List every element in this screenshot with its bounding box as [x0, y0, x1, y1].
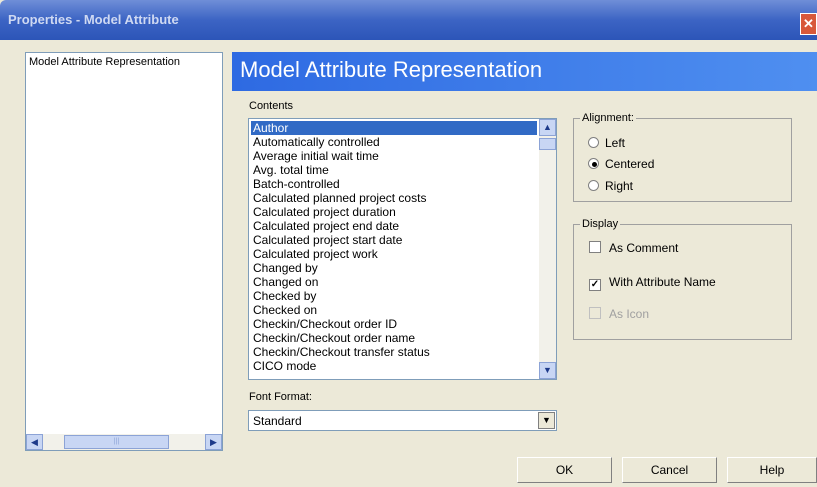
- radio-right[interactable]: Right: [588, 179, 633, 193]
- checkbox[interactable]: [589, 241, 601, 253]
- alignment-legend: Alignment:: [580, 112, 636, 124]
- navigation-pane: Model Attribute Representation ◀ ||| ▶: [25, 52, 223, 451]
- list-item[interactable]: Batch-controlled: [251, 177, 537, 191]
- radio-button[interactable]: [588, 180, 599, 191]
- horizontal-scrollbar[interactable]: ◀ ||| ▶: [26, 434, 222, 450]
- list-item[interactable]: CICO mode: [251, 359, 537, 373]
- radio-left[interactable]: Left: [588, 136, 625, 150]
- help-button[interactable]: Help: [727, 457, 817, 483]
- radio-label: Right: [605, 179, 634, 193]
- checkbox-label: With Attribute Name: [609, 275, 716, 289]
- dropdown-button[interactable]: ▼: [538, 412, 555, 429]
- display-legend: Display: [580, 218, 621, 230]
- window-title: Properties - Model Attribute: [8, 12, 179, 27]
- list-item[interactable]: Checked on: [251, 303, 537, 317]
- chevron-left-icon: ◀: [31, 437, 38, 447]
- list-item[interactable]: Calculated project start date: [251, 233, 537, 247]
- with-attribute-name-checkbox[interactable]: ✓ With Attribute Name: [589, 275, 716, 291]
- font-format-value: Standard: [253, 414, 302, 428]
- radio-centered[interactable]: Centered: [588, 157, 654, 171]
- scrollbar-thumb[interactable]: |||: [64, 435, 169, 449]
- list-item[interactable]: Checkin/Checkout transfer status: [251, 345, 537, 359]
- contents-label: Contents: [249, 100, 294, 112]
- font-format-dropdown[interactable]: Standard ▼: [248, 410, 557, 431]
- close-button[interactable]: ✕: [800, 13, 817, 35]
- list-item[interactable]: Checked by: [251, 289, 537, 303]
- checkbox-label: As Comment: [609, 241, 679, 255]
- vertical-scrollbar[interactable]: ▲ ▼: [539, 119, 556, 379]
- list-item[interactable]: Checkin/Checkout order ID: [251, 317, 537, 331]
- title-bar: Properties - Model Attribute: [0, 0, 817, 40]
- radio-label: Left: [605, 136, 626, 150]
- list-item[interactable]: Automatically controlled: [251, 135, 537, 149]
- list-item[interactable]: Changed on: [251, 275, 537, 289]
- radio-button[interactable]: [588, 158, 599, 169]
- as-icon-checkbox: As Icon: [589, 307, 649, 321]
- scroll-up-button[interactable]: ▲: [539, 119, 556, 136]
- list-item[interactable]: Author: [251, 121, 537, 135]
- nav-item-model-attribute-representation[interactable]: Model Attribute Representation: [29, 56, 219, 68]
- list-item[interactable]: Calculated planned project costs: [251, 191, 537, 205]
- scroll-down-button[interactable]: ▼: [539, 362, 556, 379]
- list-item[interactable]: Avg. total time: [251, 163, 537, 177]
- list-item[interactable]: Checkin/Checkout order name: [251, 331, 537, 345]
- list-item[interactable]: Calculated project end date: [251, 219, 537, 233]
- checkbox[interactable]: ✓: [589, 279, 601, 291]
- chevron-down-icon: ▼: [542, 415, 551, 425]
- radio-button[interactable]: [588, 137, 599, 148]
- checkbox: [589, 307, 601, 319]
- list-item[interactable]: Calculated project duration: [251, 205, 537, 219]
- chevron-up-icon: ▲: [543, 122, 552, 132]
- cancel-button[interactable]: Cancel: [622, 457, 717, 483]
- as-comment-checkbox[interactable]: As Comment: [589, 241, 678, 255]
- list-item[interactable]: Average initial wait time: [251, 149, 537, 163]
- grip-icon: |||: [113, 438, 120, 445]
- page-title: Model Attribute Representation: [240, 57, 543, 82]
- scroll-left-button[interactable]: ◀: [26, 434, 43, 450]
- radio-label: Centered: [605, 157, 655, 171]
- close-icon: ✕: [803, 16, 814, 31]
- scrollbar-thumb[interactable]: [539, 138, 556, 150]
- chevron-down-icon: ▼: [543, 365, 552, 375]
- chevron-right-icon: ▶: [210, 437, 217, 447]
- scroll-right-button[interactable]: ▶: [205, 434, 222, 450]
- list-item[interactable]: Calculated project work: [251, 247, 537, 261]
- list-item[interactable]: Changed by: [251, 261, 537, 275]
- contents-listbox[interactable]: Author Automatically controlled Average in…: [248, 118, 557, 380]
- checkbox-label: As Icon: [609, 307, 650, 321]
- ok-button[interactable]: OK: [517, 457, 612, 483]
- font-format-label: Font Format:: [249, 391, 312, 403]
- contents-list: Author Automatically controlled Average in…: [251, 121, 537, 373]
